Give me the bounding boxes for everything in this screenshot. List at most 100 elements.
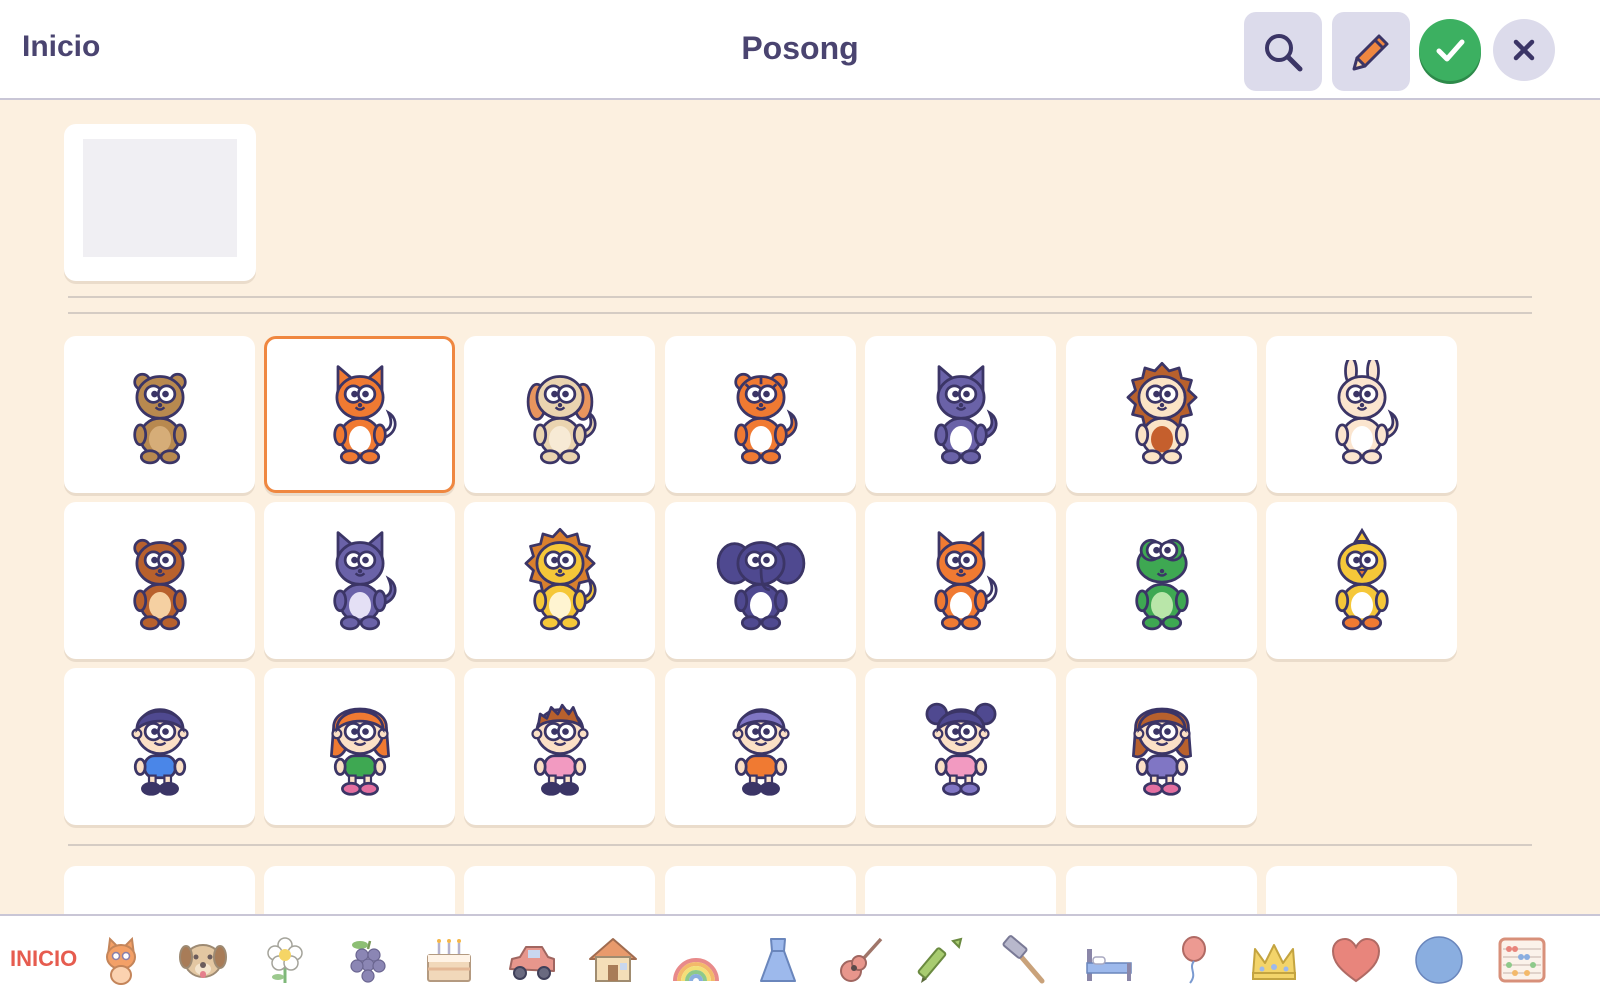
frog-icon <box>1134 538 1189 630</box>
elephant-icon <box>716 540 805 630</box>
close-button[interactable] <box>1493 19 1555 81</box>
character-tile-purple-cat[interactable] <box>865 336 1056 493</box>
circle-icon <box>1415 936 1463 984</box>
character-tile-kid-orange[interactable] <box>665 668 856 825</box>
category-heart[interactable] <box>1328 932 1384 988</box>
category-balloon[interactable] <box>1163 932 1219 988</box>
dog-icon <box>179 944 227 978</box>
character-picker <box>0 100 1600 914</box>
chick-icon <box>1334 527 1389 630</box>
boy-blue-icon <box>130 707 189 796</box>
hammer-icon <box>1002 935 1045 984</box>
car-icon <box>509 946 555 980</box>
category-crayon[interactable] <box>914 932 970 988</box>
category-cat[interactable] <box>93 932 149 988</box>
character-tile-bunny[interactable] <box>1266 336 1457 493</box>
abacus-icon <box>1498 937 1546 983</box>
dress-icon <box>760 938 796 982</box>
category-bed[interactable] <box>1080 932 1136 988</box>
search-icon <box>1265 33 1303 71</box>
tile-placeholder[interactable] <box>665 866 856 914</box>
house-icon <box>589 938 637 982</box>
boy-pink-icon <box>530 703 589 796</box>
lion-icon <box>524 527 597 630</box>
puppy-icon <box>526 374 597 464</box>
category-house[interactable] <box>585 932 641 988</box>
category-circle[interactable] <box>1411 932 1467 988</box>
category-crown[interactable] <box>1246 932 1302 988</box>
preview-image-placeholder <box>83 139 237 257</box>
category-dog[interactable] <box>175 932 231 988</box>
category-home[interactable]: INICIO <box>10 946 77 972</box>
purple-raccoon-icon <box>332 530 397 630</box>
section-divider <box>68 312 1532 314</box>
balloon-icon <box>1182 936 1206 984</box>
character-tile-boy-blue[interactable] <box>64 668 255 825</box>
character-tile-girl-purple[interactable] <box>1066 668 1257 825</box>
crayon-icon <box>917 937 963 983</box>
fox-icon <box>332 364 397 464</box>
character-tile-girl-buns[interactable] <box>865 668 1056 825</box>
category-cake[interactable] <box>421 932 477 988</box>
search-button[interactable] <box>1244 12 1322 91</box>
girl-buns-icon <box>925 702 996 796</box>
tile-placeholder[interactable] <box>64 866 255 914</box>
category-bar: INICIO <box>0 914 1600 1000</box>
character-tile-chick[interactable] <box>1266 502 1457 659</box>
crown-icon <box>1252 944 1296 980</box>
character-tile-girl-green[interactable] <box>264 668 455 825</box>
character-tile-fox[interactable] <box>264 336 455 493</box>
hedgehog-icon <box>1126 361 1197 464</box>
rainbow-icon <box>673 958 719 982</box>
category-car[interactable] <box>503 932 559 988</box>
character-tile-tiger[interactable] <box>665 336 856 493</box>
category-abacus[interactable] <box>1494 932 1550 988</box>
squirrel-icon <box>933 530 998 630</box>
tile-placeholder[interactable] <box>865 866 1056 914</box>
character-tile-hedgehog[interactable] <box>1066 336 1257 493</box>
confirm-button[interactable] <box>1419 19 1481 81</box>
character-tile-puppy[interactable] <box>464 336 655 493</box>
pencil-icon <box>1352 34 1389 70</box>
check-icon <box>1436 39 1465 62</box>
purple-cat-icon <box>933 364 998 464</box>
bed-icon <box>1086 949 1132 981</box>
tile-placeholder[interactable] <box>464 866 655 914</box>
character-tile-purple-raccoon[interactable] <box>264 502 455 659</box>
section-divider <box>68 296 1532 298</box>
flower-icon <box>267 937 303 983</box>
character-tile-brown-bear[interactable] <box>64 502 255 659</box>
character-tile-bear-plain[interactable] <box>64 336 255 493</box>
category-dress[interactable] <box>750 932 806 988</box>
category-flower[interactable] <box>257 932 313 988</box>
character-tile-elephant[interactable] <box>665 502 856 659</box>
tile-placeholder[interactable] <box>1266 866 1457 914</box>
bunny-icon <box>1334 359 1399 464</box>
category-guitar[interactable] <box>832 932 888 988</box>
character-tile-boy-pink[interactable] <box>464 668 655 825</box>
bear-plain-icon <box>132 372 187 464</box>
close-icon <box>1513 39 1535 61</box>
category-rainbow[interactable] <box>668 932 724 988</box>
grapes-icon <box>350 940 386 983</box>
tile-placeholder[interactable] <box>1066 866 1257 914</box>
cake-icon <box>427 939 471 982</box>
girl-green-icon <box>329 707 390 796</box>
heart-icon <box>1331 937 1381 983</box>
character-tile-frog[interactable] <box>1066 502 1257 659</box>
guitar-icon <box>840 937 883 982</box>
kid-orange-icon <box>731 707 790 796</box>
character-tile-lion[interactable] <box>464 502 655 659</box>
tiger-icon <box>733 372 798 464</box>
section-divider <box>68 844 1532 846</box>
character-tile-squirrel[interactable] <box>865 502 1056 659</box>
tile-placeholder[interactable] <box>264 866 455 914</box>
brown-bear-icon <box>132 538 187 630</box>
category-hammer[interactable] <box>997 932 1053 988</box>
cat-icon <box>106 936 136 985</box>
girl-purple-icon <box>1131 707 1192 796</box>
top-bar: Inicio Posong <box>0 0 1600 100</box>
category-grapes[interactable] <box>339 932 395 988</box>
preview-card[interactable] <box>64 124 256 281</box>
edit-button[interactable] <box>1332 12 1410 91</box>
